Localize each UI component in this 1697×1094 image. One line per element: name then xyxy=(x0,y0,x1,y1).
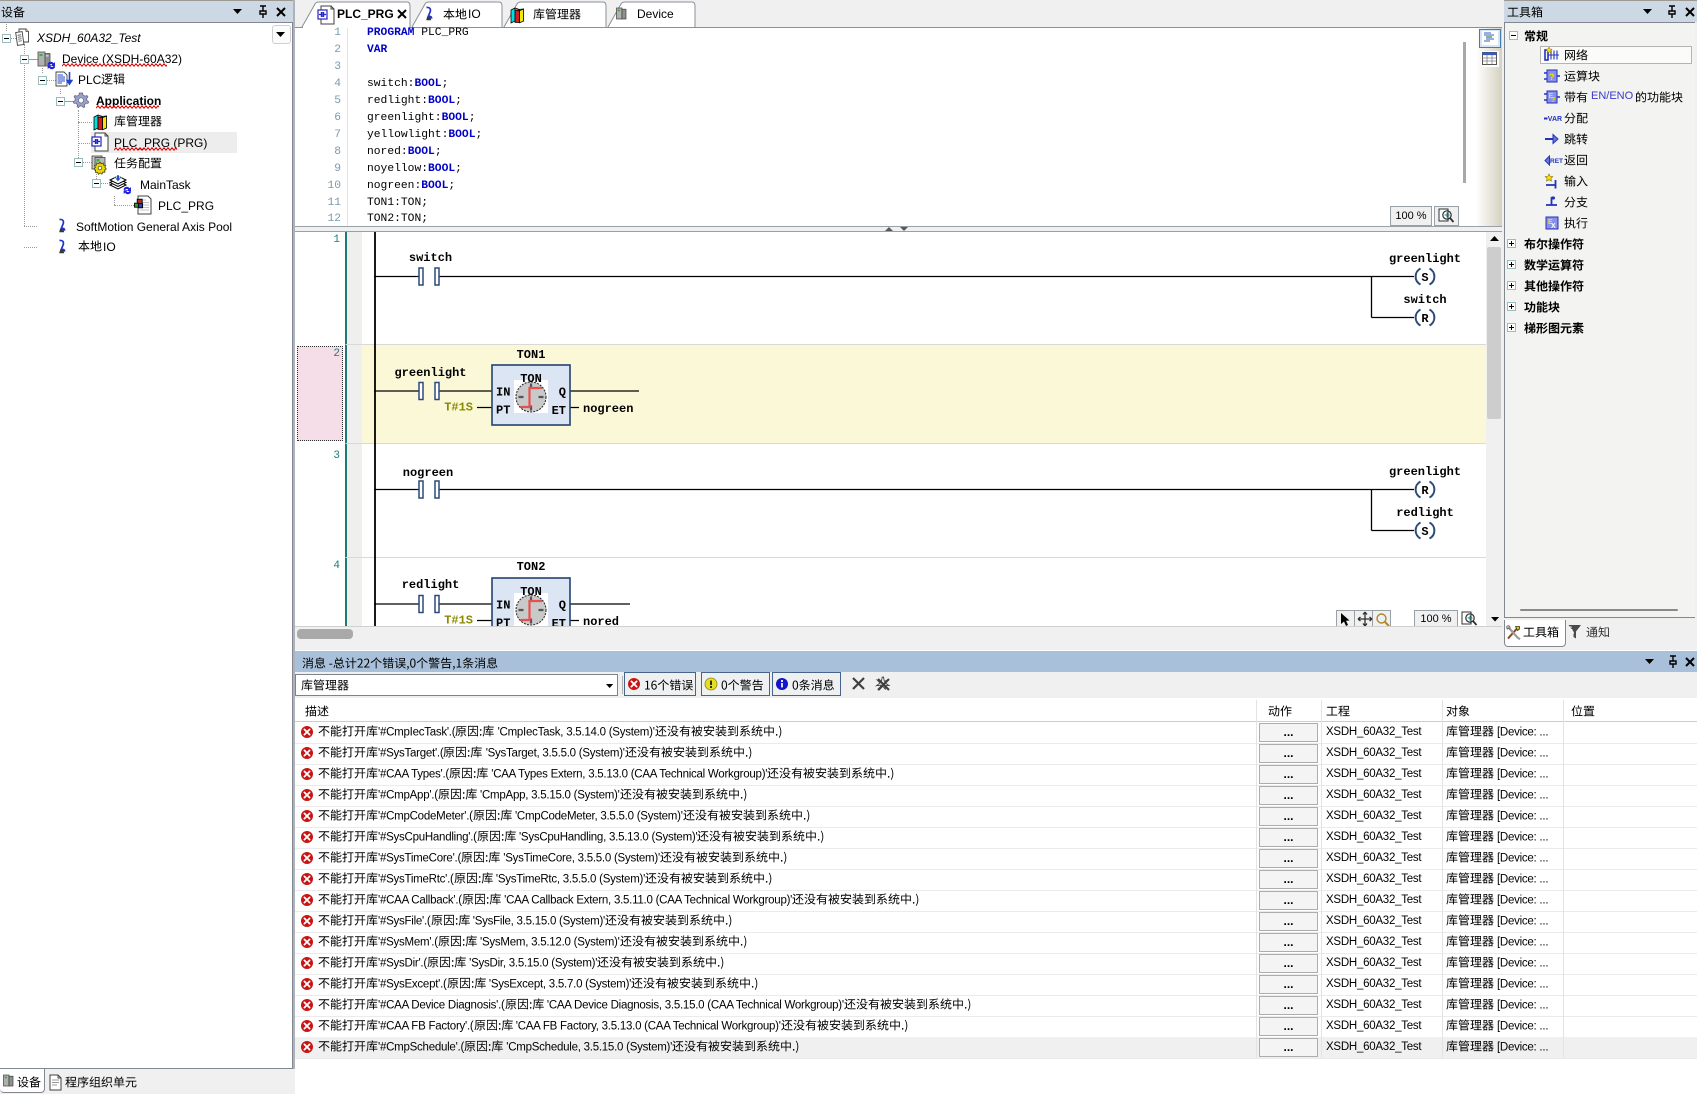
svg-text:redlight: redlight xyxy=(1396,506,1454,520)
svg-text:Q: Q xyxy=(559,599,566,613)
svg-text:IN: IN xyxy=(496,599,510,613)
svg-text:nored: nored xyxy=(583,615,619,626)
svg-text:PT: PT xyxy=(496,617,510,627)
svg-text:redlight: redlight xyxy=(402,578,460,592)
svg-text:R: R xyxy=(1421,484,1429,498)
svg-text:switch: switch xyxy=(1403,293,1446,307)
svg-text:greenlight: greenlight xyxy=(394,366,466,380)
svg-text:T#1S: T#1S xyxy=(444,614,473,627)
svg-text:S: S xyxy=(1421,525,1428,539)
svg-text:nogreen: nogreen xyxy=(403,466,453,480)
svg-text:ET: ET xyxy=(552,404,566,418)
svg-text:greenlight: greenlight xyxy=(1389,465,1461,479)
svg-text:nogreen: nogreen xyxy=(583,402,633,416)
svg-text:TON2: TON2 xyxy=(517,560,546,574)
svg-text:PT: PT xyxy=(496,404,510,418)
svg-text:TON: TON xyxy=(520,372,542,386)
svg-text:TON1: TON1 xyxy=(517,348,546,362)
svg-text:R: R xyxy=(1421,312,1429,326)
svg-text:TON: TON xyxy=(520,585,542,599)
svg-text:T#1S: T#1S xyxy=(444,401,473,415)
svg-text:greenlight: greenlight xyxy=(1389,252,1461,266)
svg-text:IN: IN xyxy=(496,386,510,400)
svg-text:Q: Q xyxy=(559,386,566,400)
svg-text:S: S xyxy=(1421,271,1428,285)
svg-text:switch: switch xyxy=(409,251,452,265)
svg-text:ET: ET xyxy=(552,617,566,626)
